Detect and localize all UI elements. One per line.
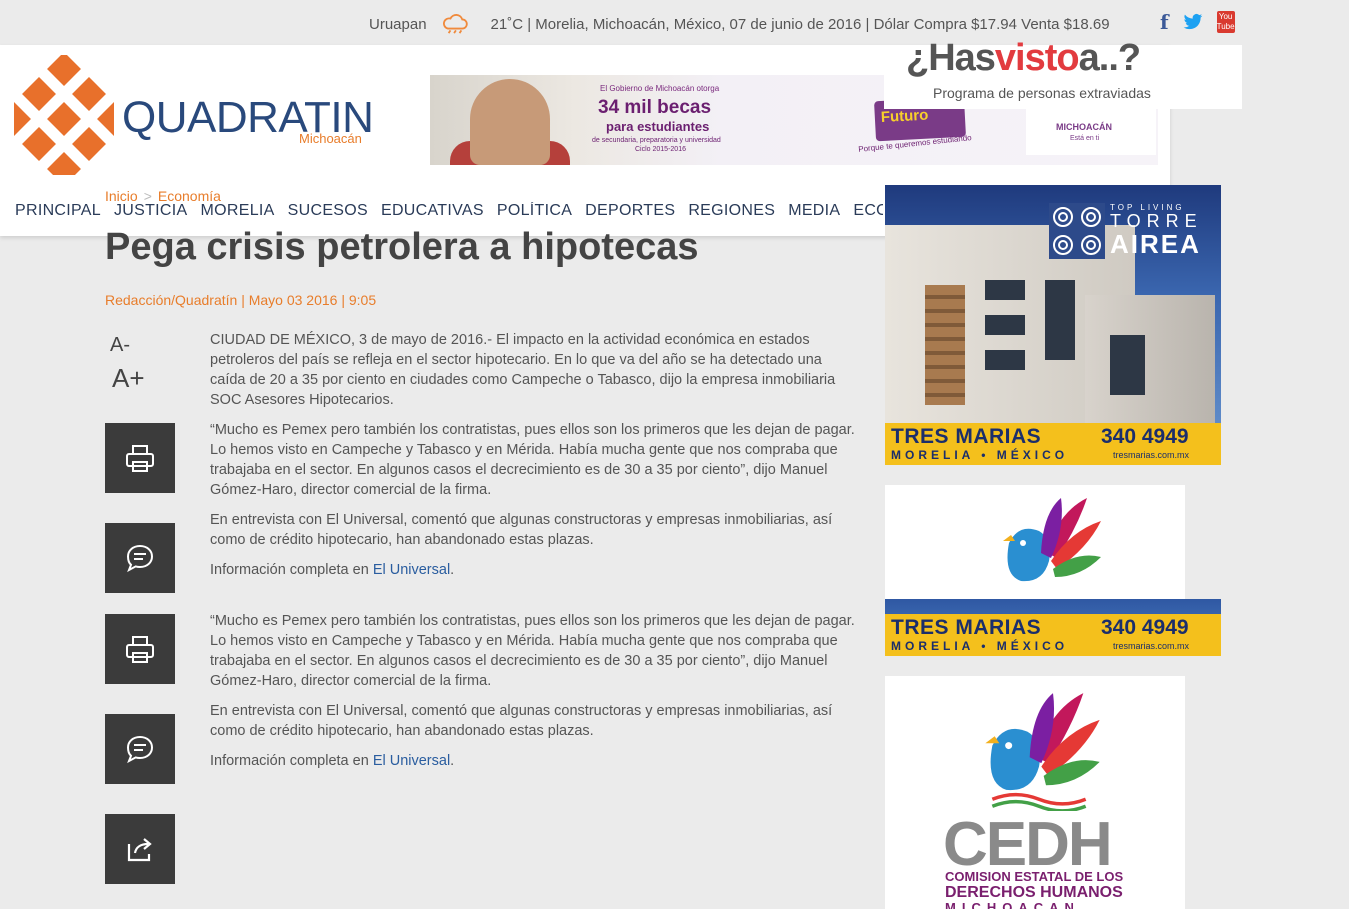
hasvisto-title: ¿Hasvistoa..? — [906, 37, 1141, 80]
comments-button-2[interactable] — [105, 714, 175, 784]
cedh-subtitle: COMISION ESTATAL DE LOS DERECHOS HUMANOS… — [945, 870, 1145, 909]
ad-building-2 — [1085, 295, 1215, 425]
cedh-bird-logo-icon — [1003, 498, 1101, 582]
article-byline: Redacción/Quadratín | Mayo 03 2016 | 9:0… — [105, 292, 377, 308]
cedh-bird-ad[interactable] — [885, 485, 1185, 600]
location-date: | Morelia, Michoacán, México, 07 de juni… — [527, 15, 870, 33]
ad-window — [985, 280, 1025, 300]
tresmarias-place: MORELIA • MÉXICO — [891, 639, 1069, 653]
torre-airea-ad[interactable]: TOP LIVING TORRE AIREA TRES MARIAS 340 4… — [885, 185, 1221, 465]
hasvisto-title-b: visto — [994, 37, 1080, 79]
hasvisto-banner[interactable]: ¿Hasvistoa..? Programa de personas extra… — [884, 37, 1242, 109]
nav-item-sucesos[interactable]: SUCESOS — [288, 202, 368, 220]
article-paragraph: En entrevista con El Universal, comentó … — [210, 703, 833, 739]
tresmarias-place: MORELIA • MÉXICO — [891, 448, 1069, 462]
exchange-rate: Dólar Compra $17.94 Venta $18.69 — [873, 15, 1110, 33]
source-prefix: Información completa en — [210, 562, 373, 578]
nav-item-deportes[interactable]: DEPORTES — [585, 202, 675, 220]
youtube-icon[interactable]: You Tube — [1216, 11, 1235, 33]
ad-wood-panels — [925, 285, 965, 405]
tresmarias-phone: 340 4949 — [1101, 616, 1189, 639]
social-links: f You Tube — [1160, 10, 1235, 34]
nav-item-principal[interactable]: PRINCIPAL — [15, 202, 101, 220]
banner-line2: para estudiantes — [606, 119, 710, 134]
comment-icon — [126, 544, 154, 573]
hasvisto-title-c: a..? — [1078, 37, 1141, 79]
source-suffix: . — [450, 562, 455, 578]
article-paragraph: Información completa en El Universal. — [210, 751, 855, 771]
source-link[interactable]: El Universal — [373, 562, 450, 578]
top-bar: Uruapan 21˚C | Morelia, Michoacán, Méxic… — [0, 0, 1349, 44]
swirl-logo-icon — [1049, 203, 1105, 259]
print-button-2[interactable] — [105, 614, 175, 684]
printer-icon — [126, 636, 154, 663]
banner-line3: de secundaria, preparatoria y universida… — [592, 137, 721, 144]
temperature: 21˚C — [490, 15, 524, 33]
tresmarias-ad[interactable]: TRES MARIAS 340 4949 MORELIA • MÉXICO tr… — [885, 599, 1221, 656]
article-body-repeat: “Mucho es Pemex pero también los contrat… — [210, 611, 855, 781]
article-paragraph: En entrevista con El Universal, comentó … — [210, 512, 833, 548]
nav-item-regiones[interactable]: REGIONES — [688, 202, 775, 220]
article-paragraph: CIUDAD DE MÉXICO, 3 de mayo de 2016.- El… — [210, 332, 836, 408]
article-title: Pega crisis petrolera a hipotecas — [105, 226, 699, 268]
article-paragraph: “Mucho es Pemex pero también los contrat… — [210, 422, 855, 498]
ad-window — [985, 350, 1025, 370]
facebook-icon[interactable]: f — [1160, 10, 1169, 34]
twitter-icon[interactable] — [1183, 13, 1203, 31]
comment-icon — [126, 735, 154, 764]
cedh-line3: MICHOACAN — [945, 900, 1080, 909]
ad-airea: AIREA — [1110, 229, 1201, 259]
article-paragraph: “Mucho es Pemex pero también los contrat… — [210, 613, 855, 689]
hasvisto-subtitle: Programa de personas extraviadas — [933, 85, 1151, 101]
tresmarias-url: tresmarias.com.mx — [1113, 450, 1190, 460]
cloud-rain-icon — [442, 14, 468, 34]
share-icon — [127, 838, 152, 862]
tresmarias-strip: TRES MARIAS 340 4949 MORELIA • MÉXICO tr… — [885, 423, 1221, 465]
mich-label: MICHOACÁN — [1056, 122, 1112, 132]
share-button[interactable] — [105, 814, 175, 884]
cedh-line2: DERECHOS HUMANOS — [945, 884, 1123, 901]
nav-item-justicia[interactable]: JUSTICIA — [114, 202, 188, 220]
logo-region: Michoacán — [299, 131, 362, 146]
font-decrease-button[interactable]: A- — [110, 334, 130, 357]
nav-item-educativas[interactable]: EDUCATIVAS — [381, 202, 484, 220]
quadratin-logo[interactable] — [14, 55, 114, 175]
article-paragraph: Información completa en El Universal. — [210, 560, 855, 580]
tresmarias-url: tresmarias.com.mx — [1113, 641, 1190, 651]
mich-sub: Está en ti — [1070, 135, 1100, 142]
hasvisto-title-a: ¿Has — [906, 37, 996, 79]
comments-button[interactable] — [105, 523, 175, 593]
ad-person-photo — [470, 79, 550, 165]
city-label: Uruapan — [369, 15, 427, 33]
ad-window — [1045, 280, 1075, 360]
banner-headline: 34 mil becas — [598, 97, 712, 118]
source-suffix: . — [450, 753, 455, 769]
cedh-bird-logo-icon — [985, 693, 1100, 811]
cedh-line1: COMISION ESTATAL DE LOS — [945, 869, 1124, 884]
font-increase-button[interactable]: A+ — [112, 363, 145, 394]
cedh-ad[interactable]: CEDH COMISION ESTATAL DE LOS DERECHOS HU… — [885, 676, 1185, 909]
article-body: CIUDAD DE MÉXICO, 3 de mayo de 2016.- El… — [210, 330, 855, 590]
main-nav: PRINCIPAL JUSTICIA MORELIA SUCESOS EDUCA… — [15, 202, 883, 220]
tresmarias-strip: TRES MARIAS 340 4949 MORELIA • MÉXICO tr… — [885, 614, 1221, 656]
source-prefix: Información completa en — [210, 753, 373, 769]
tresmarias-phone: 340 4949 — [1101, 425, 1189, 448]
printer-icon — [126, 445, 154, 472]
nav-item-politica[interactable]: POLÍTICA — [497, 202, 572, 220]
print-button[interactable] — [105, 423, 175, 493]
tresmarias-name: TRES MARIAS — [891, 616, 1042, 639]
nav-item-media[interactable]: MEDIA — [788, 202, 840, 220]
nav-item-economia[interactable]: ECONOMÍA — [853, 202, 883, 220]
banner-line1: El Gobierno de Michoacán otorga — [600, 84, 720, 93]
weather-info: Uruapan 21˚C | Morelia, Michoacán, Méxic… — [369, 14, 1110, 34]
source-link[interactable]: El Universal — [373, 753, 450, 769]
nav-item-morelia[interactable]: MORELIA — [201, 202, 275, 220]
banner-line4: Ciclo 2015-2016 — [635, 146, 686, 153]
ad-window — [985, 315, 1025, 335]
tresmarias-name: TRES MARIAS — [891, 425, 1042, 448]
ad-window — [1110, 335, 1145, 395]
